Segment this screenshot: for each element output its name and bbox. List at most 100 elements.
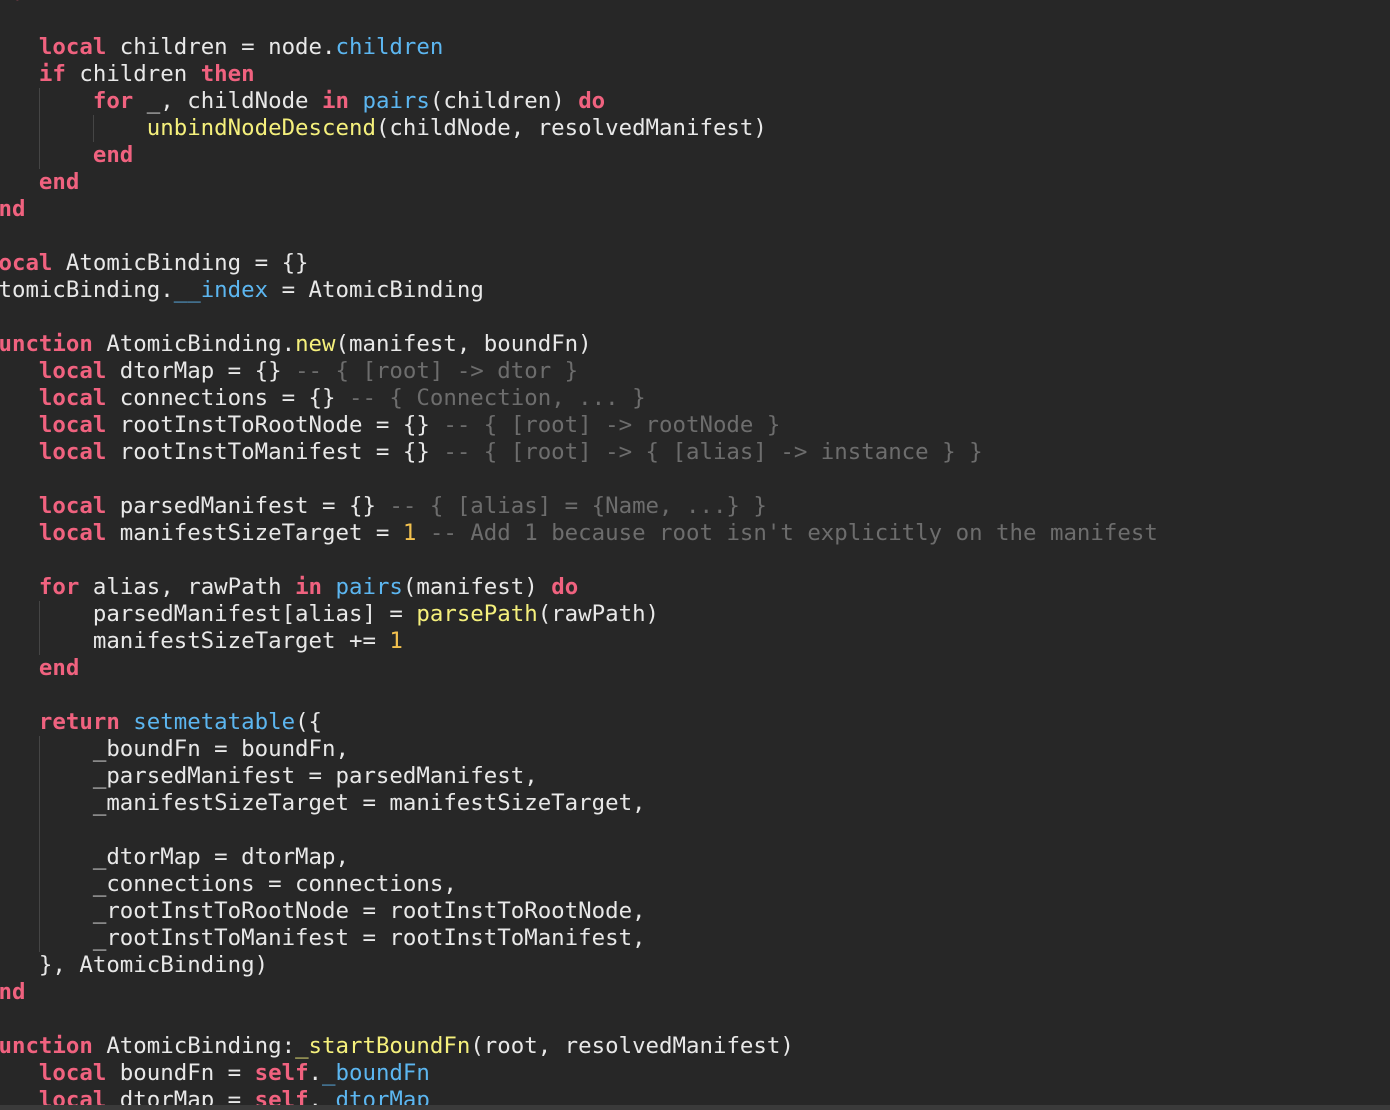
code-editor[interactable]: end local children = node.children if ch… — [0, 0, 1390, 1110]
code-line: _rootInstToRootNode = rootInstToRootNode… — [0, 898, 1158, 925]
indent-guide — [39, 142, 40, 169]
code-line: manifestSizeTarget += 1 — [0, 628, 1158, 655]
code-token: end — [92, 142, 134, 168]
code-token: AtomicBinding. — [0, 277, 174, 303]
code-token: do — [578, 88, 606, 114]
indent-guide — [39, 844, 40, 871]
code-line: local AtomicBinding = {} — [0, 250, 1158, 277]
code-line: _rootInstToManifest = rootInstToManifest… — [0, 925, 1158, 952]
code-token: do — [551, 574, 579, 600]
code-token: _dtorMap = dtorMap, — [0, 844, 349, 870]
code-token: -- { [alias] = {Name, ...} } — [389, 493, 767, 519]
code-line: _dtorMap = dtorMap, — [0, 844, 1158, 871]
code-line: end — [0, 979, 1158, 1006]
code-line: function AtomicBinding.new(manifest, bou… — [0, 331, 1158, 358]
code-line: if children then — [0, 61, 1158, 88]
code-line: local connections = {} -- { Connection, … — [0, 385, 1158, 412]
code-token: end — [38, 169, 80, 195]
code-line: _parsedManifest = parsedManifest, — [0, 763, 1158, 790]
code-token: _startBoundFn — [295, 1033, 471, 1059]
code-token: -- Add 1 because root isn't explicitly o… — [429, 520, 1158, 546]
code-token: dtorMap = {} — [106, 358, 296, 384]
horizontal-scrollbar[interactable] — [0, 1105, 1390, 1110]
code-token: local — [38, 493, 107, 519]
code-token: children — [65, 61, 201, 87]
code-line: end — [0, 0, 1158, 7]
code-line: _connections = connections, — [0, 871, 1158, 898]
code-token: parsedManifest[alias] = — [0, 601, 417, 627]
code-line: parsedManifest[alias] = parsePath(rawPat… — [0, 601, 1158, 628]
indent-guide — [39, 88, 40, 115]
code-token: local — [38, 439, 107, 465]
code-token: end — [0, 196, 26, 222]
code-token: parsedManifest = {} — [106, 493, 390, 519]
code-token: for — [38, 574, 80, 600]
code-token: end — [0, 979, 26, 1005]
code-token: in — [322, 88, 349, 114]
code-token: (children) — [429, 88, 579, 114]
code-token: (root, resolvedManifest) — [470, 1033, 794, 1059]
code-line: local dtorMap = {} -- { [root] -> dtor } — [0, 358, 1158, 385]
code-line: end — [0, 142, 1158, 169]
code-token: _boundFn — [322, 1060, 430, 1086]
code-token: self — [254, 1060, 309, 1086]
code-token: AtomicBinding: — [92, 1033, 296, 1059]
code-token: 1 — [402, 520, 417, 546]
code-line: AtomicBinding.__index = AtomicBinding — [0, 277, 1158, 304]
indent-guide — [93, 115, 94, 142]
code-token: -- { Connection, ... } — [348, 385, 646, 411]
code-token: local — [38, 34, 107, 60]
code-line: local rootInstToRootNode = {} -- { [root… — [0, 412, 1158, 439]
code-line: unbindNodeDescend(childNode, resolvedMan… — [0, 115, 1158, 142]
code-line: function AtomicBinding:_startBoundFn(roo… — [0, 1033, 1158, 1060]
code-line: _manifestSizeTarget = manifestSizeTarget… — [0, 790, 1158, 817]
code-line: local parsedManifest = {} -- { [alias] =… — [0, 493, 1158, 520]
code-token: new — [295, 331, 336, 357]
code-token: 1 — [389, 628, 403, 654]
code-line: return setmetatable({ — [0, 709, 1158, 736]
code-token: . — [308, 1060, 323, 1086]
code-token: -- { [root] -> rootNode } — [443, 412, 781, 438]
code-token: setmetatable — [133, 709, 296, 735]
indent-guide — [39, 817, 40, 844]
code-token: local — [38, 412, 107, 438]
code-line — [0, 817, 1158, 844]
code-token: boundFn = — [106, 1060, 255, 1086]
code-token: AtomicBinding. — [92, 331, 296, 357]
code-token: _rootInstToManifest = rootInstToManifest… — [0, 925, 646, 951]
code-token: (childNode, resolvedManifest) — [375, 115, 767, 141]
indent-guide — [39, 736, 40, 763]
indent-guide — [39, 871, 40, 898]
indent-guide — [39, 763, 40, 790]
code-line: for _, childNode in pairs(children) do — [0, 88, 1158, 115]
code-token: _connections = connections, — [0, 871, 457, 897]
indent-guide — [39, 115, 40, 142]
code-token: _rootInstToRootNode = rootInstToRootNode… — [0, 898, 646, 924]
code-token: ({ — [295, 709, 323, 735]
code-content[interactable]: end local children = node.children if ch… — [0, 0, 1158, 1110]
code-token: end — [0, 0, 25, 6]
code-token: return — [38, 709, 120, 735]
code-line: end — [0, 196, 1158, 223]
code-token: local — [38, 358, 107, 384]
code-token: }, AtomicBinding) — [0, 952, 269, 978]
code-token: _, childNode — [133, 88, 323, 114]
code-token: then — [200, 61, 255, 87]
